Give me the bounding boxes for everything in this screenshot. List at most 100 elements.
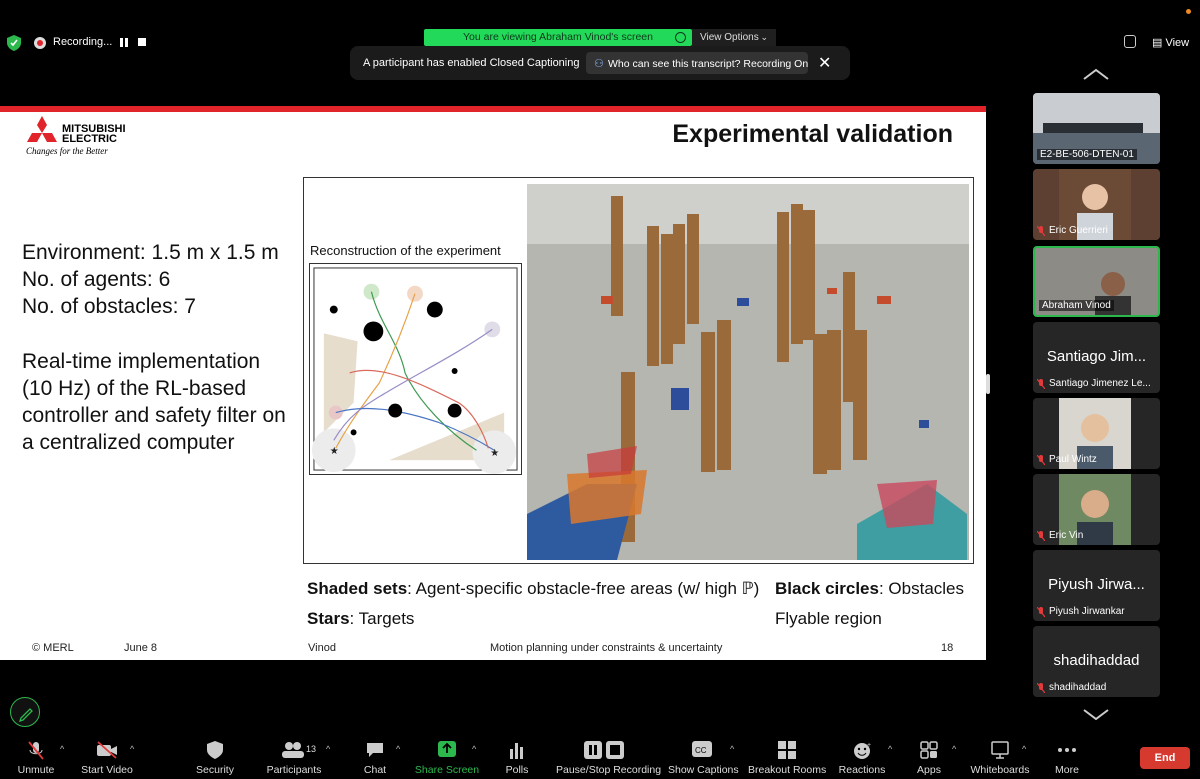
participant-tile[interactable]: Paul Wintz xyxy=(1033,398,1160,469)
slide-header-rule xyxy=(0,106,986,112)
participant-tile[interactable]: Eric Vin xyxy=(1033,474,1160,545)
svg-text:CC: CC xyxy=(695,746,707,755)
slide-title: Experimental validation xyxy=(672,120,953,148)
captioning-notice-text: A participant has enabled Closed Caption… xyxy=(363,57,580,69)
close-icon[interactable]: ✕ xyxy=(818,53,831,73)
chevron-up-icon[interactable]: ^ xyxy=(130,744,134,754)
panel-resize-handle[interactable] xyxy=(986,374,990,394)
show-captions-button[interactable]: CC ^ Show Captions xyxy=(668,735,739,779)
breakout-rooms-button[interactable]: Breakout Rooms xyxy=(748,735,827,779)
legend-term: Stars xyxy=(307,609,350,628)
participant-tile[interactable]: Eric Guerrieri xyxy=(1033,169,1160,240)
participant-display-name: shadihaddad xyxy=(1053,652,1140,669)
participant-name: Piyush Jirwankar xyxy=(1049,606,1125,617)
reconstruction-label: Reconstruction of the experiment xyxy=(310,243,501,258)
scroll-down-chevron-icon[interactable] xyxy=(1082,708,1110,720)
shared-screen-slide: MITSUBISHI ELECTRIC Changes for the Bett… xyxy=(0,106,986,660)
pause-stop-icon xyxy=(584,741,624,759)
reactions-button[interactable]: + ^ Reactions xyxy=(838,735,893,779)
legend-desc: : Obstacles xyxy=(878,579,965,598)
toolbar-label: Security xyxy=(196,764,234,776)
legend-desc: : Targets xyxy=(349,609,415,628)
svg-text:+: + xyxy=(867,742,871,749)
participant-display-name: Piyush Jirwa... xyxy=(1048,576,1145,593)
footer-title: Motion planning under constraints & unce… xyxy=(490,642,723,654)
toolbar-label: Reactions xyxy=(838,764,886,776)
note-line: (10 Hz) of the RL-based xyxy=(22,377,247,400)
legend-desc: : Agent-specific obstacle-free areas (w/… xyxy=(407,579,760,598)
chat-button[interactable]: ^ Chat xyxy=(358,735,400,779)
participants-button[interactable]: 13 ^ Participants xyxy=(262,735,330,779)
toolbar-label: Share Screen xyxy=(414,764,480,776)
security-button[interactable]: Security xyxy=(190,735,240,779)
start-video-button[interactable]: ^ Start Video xyxy=(76,735,138,779)
toolbar-label: Whiteboards xyxy=(970,764,1030,776)
closed-captions-icon: CC xyxy=(692,741,712,757)
pause-recording-icon[interactable] xyxy=(120,38,128,47)
experiment-photo xyxy=(527,184,969,560)
toolbar-label: Breakout Rooms xyxy=(748,764,827,776)
note-line: controller and safety filter on xyxy=(22,404,286,427)
toolbar-label: Participants xyxy=(266,764,322,776)
participants-count: 13 xyxy=(306,744,317,754)
participant-tile[interactable]: Piyush Jirwa... Piyush Jirwankar xyxy=(1033,550,1160,621)
participant-tile[interactable]: shadihaddad shadihaddad xyxy=(1033,626,1160,697)
chevron-up-icon[interactable]: ^ xyxy=(888,744,892,754)
scroll-up-chevron-icon[interactable] xyxy=(1082,68,1110,80)
apps-button[interactable]: ^ Apps xyxy=(912,735,956,779)
spec-line: Environment: 1.5 m x 1.5 m xyxy=(22,241,279,264)
chevron-up-icon[interactable]: ^ xyxy=(1022,744,1026,754)
more-button[interactable]: More xyxy=(1050,735,1084,779)
chevron-up-icon[interactable]: ^ xyxy=(326,744,330,754)
legend-black-circles: Black circles: Obstacles xyxy=(775,579,964,599)
polls-button[interactable]: Polls xyxy=(500,735,534,779)
stop-recording-icon[interactable] xyxy=(138,38,146,46)
chevron-down-icon: ⌄ xyxy=(760,32,768,42)
implementation-note: Real-time implementation (10 Hz) of the … xyxy=(22,348,286,456)
recording-icon xyxy=(34,37,46,49)
legend-shaded-sets: Shaded sets: Agent-specific obstacle-fre… xyxy=(307,579,759,599)
spec-line: No. of obstacles: 7 xyxy=(22,295,196,318)
toolbar-label: Pause/Stop Recording xyxy=(556,764,662,776)
toolbar-label: Start Video xyxy=(81,764,133,776)
participant-name: Eric Guerrieri xyxy=(1049,225,1108,236)
view-button[interactable]: ▤ View xyxy=(1152,36,1189,49)
top-bar: Recording... You are viewing Abraham Vin… xyxy=(0,0,1200,100)
whiteboards-button[interactable]: ^ Whiteboards xyxy=(968,735,1032,779)
meeting-toolbar: ^ Unmute ^ Start Video Security 13 ^ Par… xyxy=(0,735,1200,779)
view-options-button[interactable]: View Options ⌄ xyxy=(692,29,776,46)
unmute-button[interactable]: ^ Unmute xyxy=(8,735,64,779)
chevron-up-icon[interactable]: ^ xyxy=(730,744,734,754)
muted-mic-icon xyxy=(1037,531,1045,541)
footer-date: June 8 xyxy=(124,642,158,654)
security-shield-icon[interactable] xyxy=(7,35,21,51)
grid-icon: ▤ xyxy=(1152,37,1163,49)
muted-mic-icon xyxy=(1037,683,1045,693)
participant-tile-active-speaker[interactable]: Abraham Vinod xyxy=(1033,246,1160,317)
chevron-up-icon[interactable]: ^ xyxy=(396,744,400,754)
pause-stop-recording-button[interactable]: Pause/Stop Recording xyxy=(556,735,662,779)
recording-label: Recording... xyxy=(53,36,113,48)
end-meeting-button[interactable]: End xyxy=(1140,747,1190,769)
share-screen-button[interactable]: ^ Share Screen xyxy=(414,735,480,779)
chevron-up-icon[interactable]: ^ xyxy=(472,744,476,754)
mitsubishi-logo-icon xyxy=(27,116,57,142)
notification-dot xyxy=(1186,9,1191,14)
participant-name: shadihaddad xyxy=(1049,682,1107,693)
breakout-grid-icon xyxy=(778,741,796,759)
annotate-pencil-button[interactable] xyxy=(10,697,40,727)
polls-chart-icon xyxy=(510,743,523,759)
note-line: Real-time implementation xyxy=(22,350,261,373)
chevron-up-icon[interactable]: ^ xyxy=(60,744,64,754)
toolbar-label: Polls xyxy=(505,764,529,776)
shield-icon xyxy=(207,741,223,759)
footer-page-number: 18 xyxy=(941,642,954,654)
participant-tile[interactable]: E2-BE-506-DTEN-01 xyxy=(1033,93,1160,164)
emoji-plus-icon: + xyxy=(854,742,871,759)
chevron-up-icon[interactable]: ^ xyxy=(952,744,956,754)
immersive-view-icon[interactable] xyxy=(1124,35,1136,48)
participant-tile[interactable]: Santiago Jim... Santiago Jimenez Le... xyxy=(1033,322,1160,393)
svg-text:★: ★ xyxy=(330,446,339,457)
legend-flyable-region: Flyable region xyxy=(775,609,882,628)
reconstruction-plot: ★ ★ xyxy=(309,263,522,475)
